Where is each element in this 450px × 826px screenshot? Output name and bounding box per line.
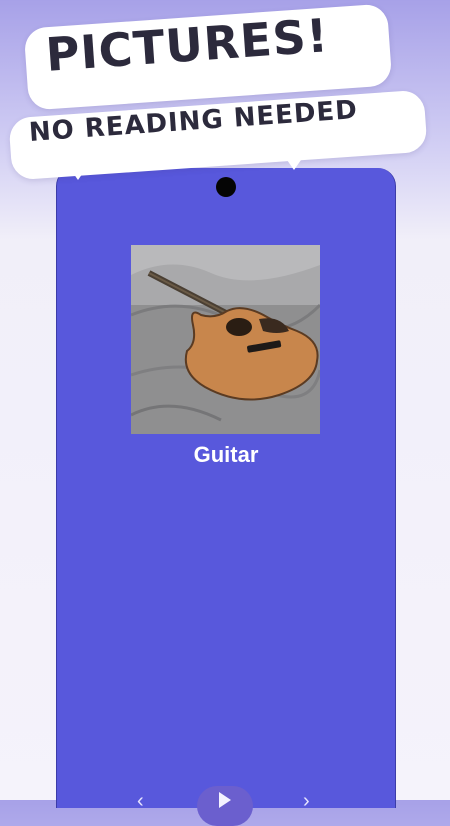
promo-banner: PICTURES! NO READING NEEDED (0, 0, 450, 200)
play-button[interactable] (197, 786, 253, 826)
chevron-right-icon[interactable]: › (303, 790, 310, 813)
guitar-photo-icon (131, 245, 320, 434)
play-icon (219, 792, 231, 808)
speech-bubble-tail (280, 150, 308, 170)
speech-bubble-tail (64, 160, 92, 180)
chevron-left-icon[interactable]: ‹ (137, 790, 144, 813)
picture-caption: Guitar (193, 442, 259, 467)
phone-screen: Guitar ‹ › (56, 168, 396, 826)
guitar-picture[interactable] (131, 245, 320, 434)
